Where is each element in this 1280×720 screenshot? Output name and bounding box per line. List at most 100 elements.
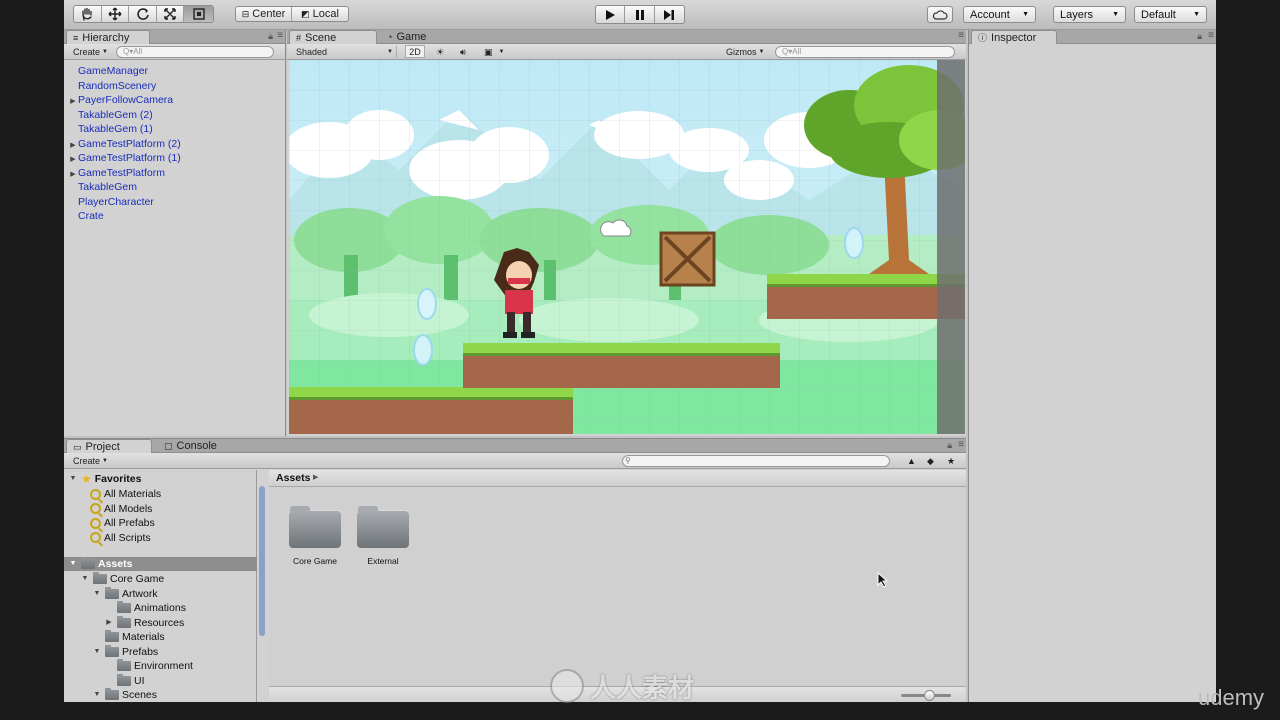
tab-game[interactable]: ◔ Game: [381, 30, 441, 44]
hierarchy-item[interactable]: TakableGem: [68, 180, 137, 194]
assets-tree-item[interactable]: ▼ Artwork: [92, 586, 158, 601]
layout-dropdown[interactable]: Default ▼: [1134, 6, 1207, 23]
tab-inspector[interactable]: ⓘ Inspector: [971, 30, 1057, 44]
audio-toggle[interactable]: 🔊︎: [457, 46, 469, 58]
hierarchy-search-input[interactable]: Q▾All: [116, 46, 274, 58]
folder-external-label: External: [367, 556, 399, 566]
scene-artwork: [289, 60, 965, 434]
assets-tree-item-label: UI: [134, 674, 145, 687]
assets-row-selected[interactable]: ▼ Assets: [64, 557, 257, 571]
step-button[interactable]: [655, 6, 684, 23]
chevron-down-icon: ▼: [498, 49, 505, 55]
inspector-panel: ⓘ Inspector 🔒︎ ≡: [968, 30, 1216, 702]
layout-label: Default: [1141, 8, 1176, 21]
hierarchy-item-label: PlayerCharacter: [78, 195, 154, 208]
pivot-toggle-group: ⊟ Center ◩ Local: [235, 6, 349, 22]
hand-tool-icon[interactable]: [74, 6, 102, 22]
folder-core-game-icon[interactable]: [289, 506, 341, 548]
viewport-edge: [937, 60, 965, 434]
project-create-button[interactable]: Create ▼: [70, 455, 111, 467]
tab-project[interactable]: ▭ Project: [66, 439, 152, 453]
tree-scrollbar[interactable]: [259, 486, 265, 636]
cloud-button[interactable]: [927, 6, 953, 23]
hierarchy-item[interactable]: RandomScenery: [68, 79, 156, 93]
gem: [844, 227, 864, 259]
rotate-tool-icon[interactable]: [129, 6, 157, 22]
pause-icon: [635, 9, 644, 20]
tab-console[interactable]: ▢ Console: [158, 439, 228, 453]
hierarchy-panel: ≡ Hierarchy 🔒︎ ≡ Create ▼ Q▾All GameManag…: [64, 30, 286, 436]
tab-hierarchy[interactable]: ≡ Hierarchy: [66, 30, 150, 44]
effects-dropdown[interactable]: ▣ ▼: [481, 46, 507, 58]
filter-by-label-icon[interactable]: ◆: [924, 455, 937, 467]
udemy-brand: udemy: [1198, 685, 1265, 710]
assets-tree-item[interactable]: Environment: [104, 659, 193, 673]
lighting-toggle[interactable]: ☀: [433, 46, 447, 58]
scale-tool-icon[interactable]: [157, 6, 185, 22]
hierarchy-item[interactable]: TakableGem (1): [68, 122, 153, 136]
favorite-item[interactable]: All Scripts: [90, 531, 151, 545]
favorites-header[interactable]: ▼ ★ Favorites: [68, 472, 142, 486]
scene-tabbar: # Scene ◔ Game ≡: [287, 30, 966, 44]
favorite-star-icon[interactable]: ★: [944, 455, 958, 467]
project-search-input[interactable]: ⚲: [622, 455, 890, 467]
expand-arrow-icon[interactable]: ▼: [92, 587, 102, 601]
gem: [413, 334, 433, 366]
lock-icon[interactable]: 🔒︎: [947, 440, 952, 451]
favorite-item[interactable]: All Prefabs: [90, 516, 155, 530]
expand-arrow-icon[interactable]: ▶: [104, 616, 114, 630]
hierarchy-item[interactable]: ▶ PayerFollowCamera: [68, 93, 173, 107]
scene-viewport[interactable]: [289, 60, 965, 434]
assets-tree-item[interactable]: Materials: [92, 630, 165, 644]
hierarchy-item[interactable]: TakableGem (2): [68, 108, 153, 122]
lock-icon[interactable]: 🔒︎: [268, 31, 273, 42]
zoom-slider-thumb[interactable]: [924, 690, 935, 701]
favorite-item[interactable]: All Materials: [90, 487, 161, 501]
hierarchy-item[interactable]: ▶ GameTestPlatform: [68, 166, 165, 180]
project-panel: ▭ Project ▢ Console 🔒︎ ≡ Create ▼ ⚲ ▲ ◆ ★…: [64, 438, 966, 702]
lock-icon[interactable]: 🔒︎: [1197, 31, 1202, 42]
shading-mode-dropdown[interactable]: Shaded ▼: [293, 46, 397, 58]
scene-search-input[interactable]: Q▾All: [775, 46, 955, 58]
assets-breadcrumb-bar: Assets ▶: [269, 470, 966, 487]
pause-button[interactable]: [625, 6, 655, 23]
filter-by-type-icon[interactable]: ▲: [904, 455, 919, 467]
panel-menu-icon[interactable]: ≡: [958, 439, 964, 450]
favorite-item[interactable]: All Models: [90, 502, 152, 516]
assets-tree-item[interactable]: UI: [104, 673, 145, 688]
mode-2d-toggle[interactable]: 2D: [405, 45, 425, 58]
rect-tool-icon[interactable]: [184, 6, 213, 22]
assets-tree-item[interactable]: Animations: [104, 601, 186, 615]
layers-dropdown[interactable]: Layers ▼: [1053, 6, 1126, 23]
assets-tree-item[interactable]: ▼ Core Game: [80, 572, 164, 586]
favorite-item-label: All Models: [104, 502, 153, 515]
expand-arrow-icon[interactable]: ▼: [92, 645, 102, 659]
folder-external-icon[interactable]: [357, 506, 409, 548]
hierarchy-item[interactable]: ▶ GameTestPlatform (2): [68, 137, 180, 151]
hierarchy-create-button[interactable]: Create ▼: [70, 46, 111, 58]
panel-menu-icon[interactable]: ≡: [1208, 30, 1214, 41]
gizmos-dropdown[interactable]: Gizmos ▼: [723, 46, 767, 58]
panel-menu-icon[interactable]: ≡: [277, 30, 283, 41]
hierarchy-item-label: GameTestPlatform (1): [78, 152, 181, 164]
tab-scene[interactable]: # Scene: [289, 30, 377, 44]
play-button[interactable]: [596, 6, 626, 23]
breadcrumb-assets[interactable]: Assets: [276, 472, 310, 484]
pivot-center-button[interactable]: ⊟ Center: [236, 7, 293, 21]
panel-menu-icon[interactable]: ≡: [958, 30, 964, 41]
hierarchy-item[interactable]: ▶ GameTestPlatform (1): [68, 151, 181, 165]
expand-arrow-icon[interactable]: ▼: [80, 572, 90, 586]
space-local-button[interactable]: ◩ Local: [292, 7, 348, 21]
assets-tree-item[interactable]: ▼ Prefabs: [92, 644, 158, 659]
star-icon: ★: [81, 472, 92, 486]
assets-tree-item-label: Animations: [134, 602, 186, 614]
hierarchy-item[interactable]: PlayerCharacter: [68, 195, 154, 209]
assets-tree-item[interactable]: ▶ Resources: [104, 615, 184, 630]
hierarchy-item[interactable]: GameManager: [68, 64, 148, 78]
expand-arrow-icon[interactable]: ▼: [92, 688, 102, 702]
tab-label: Scene: [305, 31, 337, 44]
move-tool-icon[interactable]: [102, 6, 130, 22]
assets-tree-item[interactable]: ▼ Scenes: [92, 688, 157, 702]
account-dropdown[interactable]: Account ▼: [963, 6, 1036, 23]
hierarchy-item[interactable]: Crate: [68, 209, 104, 223]
